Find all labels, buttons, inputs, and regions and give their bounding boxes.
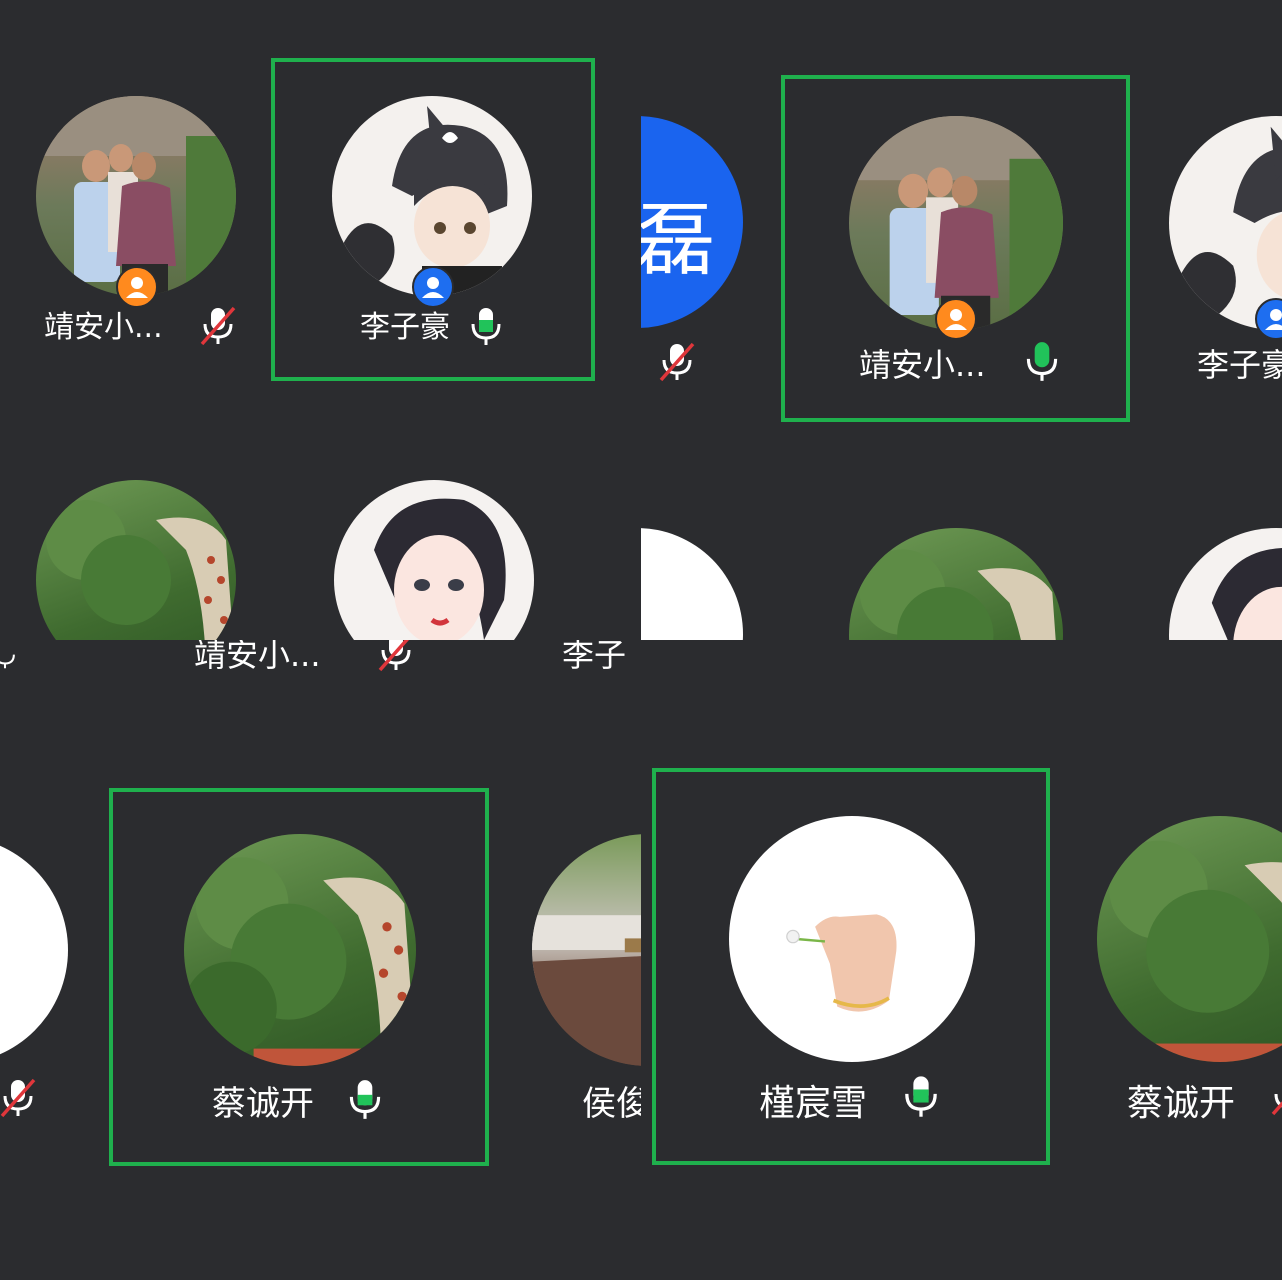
participant-avatar-fist <box>729 816 975 1062</box>
participant-name: 靖安小... <box>44 310 163 345</box>
participant-name: 李子 <box>562 640 627 674</box>
meeting-grid-panel-bottom-left: 靖安小... 李子 蔡诚开 侯俊 <box>0 640 641 1280</box>
participant-avatar-garden <box>1097 816 1282 1062</box>
participant-name: 蔡诚开 <box>1127 1083 1236 1124</box>
participant-tile[interactable]: 李子豪 <box>316 80 556 360</box>
microphone-muted-icon <box>659 342 695 382</box>
participant-name: 李子豪 <box>360 310 450 345</box>
meeting-grid-panel-bottom-right: 槿宸雪 蔡诚开 <box>641 640 1282 1280</box>
microphone-active-icon <box>1026 342 1058 381</box>
participant-name: 侯俊 <box>582 1084 641 1124</box>
microphone-muted-icon <box>200 306 236 346</box>
microphone-muted-icon <box>1271 1093 1282 1116</box>
meeting-grid-panel-top-left: 靖安小... 李子豪 <box>0 0 641 640</box>
participant-avatar-cartoon <box>1169 116 1282 330</box>
microphone-active-icon <box>471 308 501 345</box>
participant-avatar-blank <box>0 836 68 1064</box>
microphone-muted-icon <box>0 654 15 669</box>
participant-name: 李子豪 <box>1197 346 1282 384</box>
microphone-muted-icon <box>378 640 411 672</box>
participant-name: 蔡诚开 <box>212 1084 314 1124</box>
participant-name: 槿宸雪 <box>759 1083 868 1124</box>
meeting-grid-panel-top-right: 磊 靖安小... 李子豪 <box>641 0 1282 640</box>
microphone-active-icon <box>349 1080 381 1119</box>
cohost-badge-icon <box>1255 298 1282 340</box>
participant-avatar-garden <box>849 528 1063 640</box>
microphone-active-icon <box>905 1076 937 1117</box>
participant-avatar-courtyard <box>532 834 641 1066</box>
participant-avatar-girl <box>334 480 534 640</box>
participant-name: 靖安小... <box>859 346 986 384</box>
participant-tile[interactable]: 靖安小... <box>20 80 260 360</box>
participant-name: 靖安小... <box>194 640 321 674</box>
participant-avatar-girl <box>1169 528 1282 640</box>
microphone-muted-icon <box>0 1078 36 1118</box>
participant-avatar-initial: 磊 <box>641 116 743 328</box>
participant-avatar-garden <box>36 480 236 640</box>
participant-avatar-garden <box>184 834 416 1066</box>
host-badge-icon <box>935 298 977 340</box>
participant-avatar-blank <box>641 528 743 640</box>
